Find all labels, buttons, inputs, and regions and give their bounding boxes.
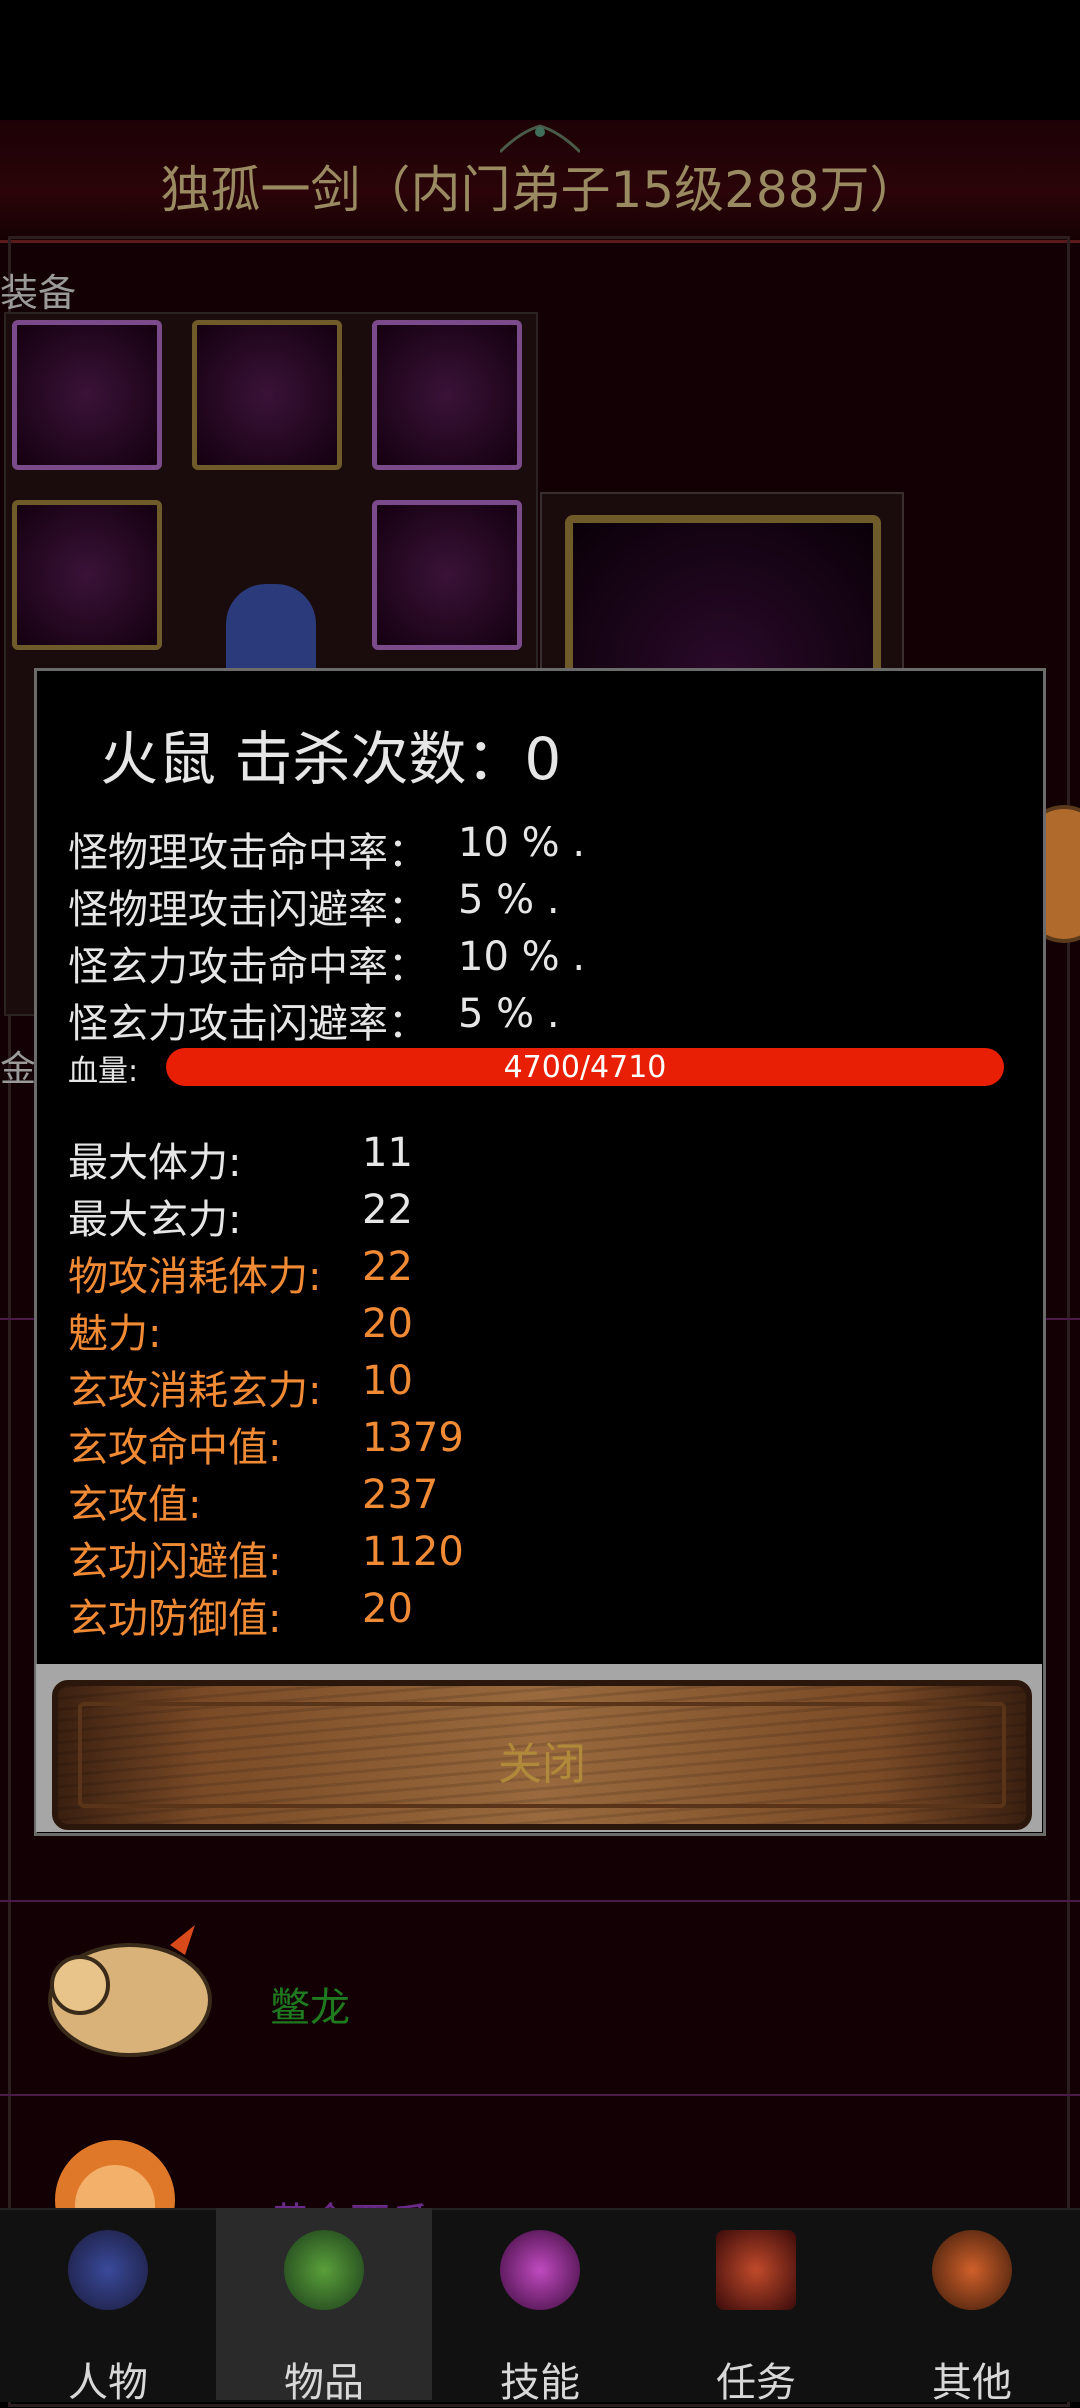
rate-value: 10 % . <box>458 934 586 980</box>
tab-label[interactable]: 其他 <box>864 2350 1080 2408</box>
attr-label: 玄攻消耗玄力: <box>68 1368 322 1414</box>
rate-value: 5 % . <box>458 991 560 1037</box>
rate-label: 怪玄力攻击闪避率： <box>68 1001 428 1047</box>
rate-label: 怪物理攻击命中率： <box>68 830 428 876</box>
attr-value: 10 <box>362 1358 413 1404</box>
attr-label: 魅力: <box>68 1311 162 1357</box>
page-title: 独孤一剑（内门弟子15级288万） <box>160 161 920 219</box>
potion-bag-icon <box>284 2230 364 2310</box>
crossed-swords-icon <box>932 2230 1012 2310</box>
equip-label: 装备 <box>0 271 77 315</box>
list-divider <box>0 1900 1080 1902</box>
rate-value: 5 % . <box>458 877 560 923</box>
attr-label: 物攻消耗体力: <box>68 1254 322 1300</box>
attr-value: 20 <box>362 1301 413 1347</box>
weapon-left-slot-icon[interactable] <box>12 500 162 650</box>
rate-label: 怪玄力攻击命中率： <box>68 944 428 990</box>
attr-label: 最大体力: <box>68 1140 242 1186</box>
attr-label: 玄功闪避值: <box>68 1539 282 1585</box>
attr-label: 最大玄力: <box>68 1197 242 1243</box>
quest-flag-icon <box>716 2230 796 2310</box>
tab-label[interactable]: 物品 <box>216 2350 432 2408</box>
turtle-dragon-icon <box>48 1925 212 2057</box>
close-button-label[interactable]: 关闭 <box>52 1728 1032 1792</box>
attr-label: 玄攻命中值: <box>68 1425 282 1471</box>
attr-value: 1379 <box>362 1415 464 1461</box>
tab-label[interactable]: 技能 <box>432 2350 648 2408</box>
dialog-title: 火鼠 击杀次数：0 <box>100 725 562 793</box>
character-icon <box>68 2230 148 2310</box>
attr-value: 11 <box>362 1130 413 1176</box>
list-item-name[interactable]: 鳖龙 <box>270 1975 350 2033</box>
list-divider <box>0 2094 1080 2096</box>
amulet-slot-icon[interactable] <box>372 320 522 470</box>
status-bar <box>0 0 1080 120</box>
rate-label: 怪物理攻击闪避率： <box>68 887 428 933</box>
attr-label: 玄功防御值: <box>68 1596 282 1642</box>
hp-value: 4700/4710 <box>503 1050 667 1085</box>
attr-value: 237 <box>362 1472 439 1518</box>
attr-value: 1120 <box>362 1529 464 1575</box>
tab-label[interactable]: 人物 <box>0 2350 216 2408</box>
attr-value: 20 <box>362 1586 413 1632</box>
weapon-right-slot-icon[interactable] <box>372 500 522 650</box>
attr-label: 玄攻值: <box>68 1482 202 1528</box>
armor-slot-icon[interactable] <box>192 320 342 470</box>
attr-value: 22 <box>362 1187 413 1233</box>
skill-swirl-icon <box>500 2230 580 2310</box>
tab-label[interactable]: 任务 <box>648 2350 864 2408</box>
hp-label: 血量: <box>68 1054 139 1089</box>
helmet-slot-icon[interactable] <box>12 320 162 470</box>
rate-value: 10 % . <box>458 820 586 866</box>
attr-value: 22 <box>362 1244 413 1290</box>
